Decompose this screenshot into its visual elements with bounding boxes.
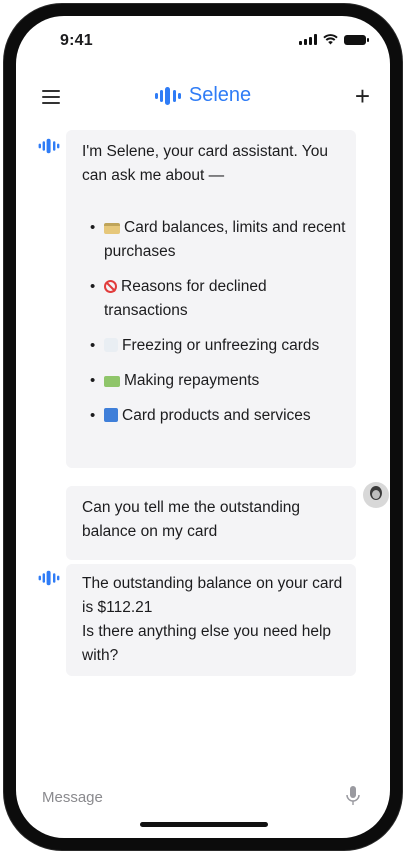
status-time: 9:41 — [60, 32, 93, 49]
balance-text: The outstanding balance on your card is … — [82, 575, 343, 616]
user-message: Can you tell me the outstanding balance … — [66, 486, 356, 560]
wifi-icon — [323, 34, 338, 45]
user-avatar — [363, 482, 389, 508]
microphone-icon[interactable] — [346, 786, 360, 806]
home-indicator — [140, 822, 268, 827]
ice-icon — [104, 338, 118, 352]
new-chat-icon[interactable]: + — [355, 82, 370, 110]
capabilities-list: Card balances, limits and recent purchas… — [90, 216, 350, 439]
info-icon — [104, 408, 118, 422]
no-entry-icon — [104, 280, 117, 293]
list-item: Card products and services — [90, 404, 350, 428]
assistant-message: I'm Selene, your card assistant. You can… — [66, 130, 356, 468]
list-item: Reasons for declined transactions — [90, 275, 350, 323]
assistant-avatar-icon — [38, 570, 60, 586]
follow-up-text: Is there anything else you need help wit… — [82, 623, 332, 664]
brand: Selene — [16, 84, 390, 111]
chat-thread: I'm Selene, your card assistant. You can… — [16, 124, 390, 764]
credit-card-icon — [104, 223, 120, 234]
list-item: Card balances, limits and recent purchas… — [90, 216, 350, 264]
status-bar: 9:41 — [16, 16, 390, 60]
assistant-intro-text: I'm Selene, your card assistant. You can… — [82, 143, 328, 184]
signal-icon — [299, 34, 317, 45]
selene-logo-icon — [154, 86, 181, 105]
user-message-text: Can you tell me the outstanding balance … — [82, 499, 300, 540]
battery-icon — [344, 34, 369, 45]
money-icon — [104, 376, 120, 387]
assistant-reply-text: The outstanding balance on your card is … — [82, 572, 344, 668]
list-item: Making repayments — [90, 369, 350, 393]
screen: 9:41 Selene + I'm Selene, your card assi… — [16, 16, 390, 838]
assistant-avatar-icon — [38, 138, 60, 154]
list-item: Freezing or unfreezing cards — [90, 334, 350, 358]
message-composer — [16, 776, 390, 816]
app-title: Selene — [188, 84, 252, 106]
status-icons — [299, 34, 369, 45]
chat-header: Selene + — [16, 76, 390, 120]
assistant-message: The outstanding balance on your card is … — [66, 564, 356, 676]
message-input[interactable] — [40, 782, 344, 812]
phone-frame: 9:41 Selene + I'm Selene, your card assi… — [4, 4, 402, 850]
